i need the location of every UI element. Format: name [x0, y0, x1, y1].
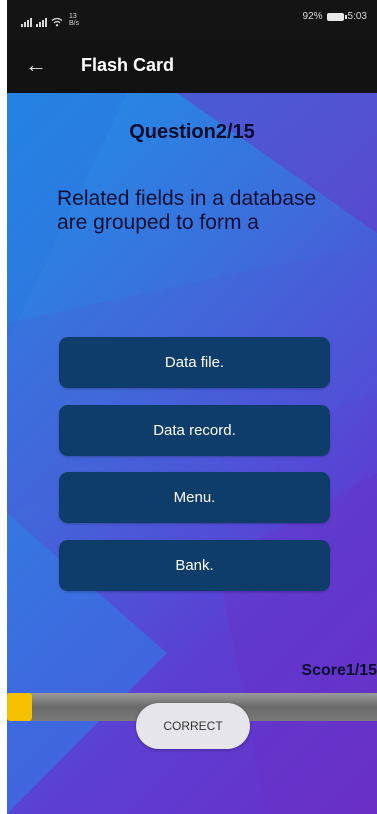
- net-speed-unit: B/s: [69, 20, 80, 27]
- answer-option[interactable]: Data record.: [59, 405, 330, 456]
- net-speed: 13 B/s: [69, 13, 79, 27]
- quiz-content: Question2/15 Related fields in a databas…: [7, 93, 377, 814]
- answer-option[interactable]: Menu.: [59, 472, 330, 523]
- back-arrow-icon[interactable]: ←: [25, 54, 47, 76]
- status-bar: 13 B/s 92% 5:03: [7, 0, 377, 40]
- toast-message: CORRECT: [136, 703, 250, 749]
- signal-icon-2: [36, 18, 47, 27]
- signal-icon: [21, 18, 32, 27]
- app-title: Flash Card: [81, 55, 175, 75]
- wifi-icon: [51, 17, 63, 27]
- net-speed-value: 13: [69, 13, 77, 20]
- answer-option[interactable]: Bank.: [59, 540, 330, 591]
- score-label: Score1/15: [301, 662, 377, 679]
- status-left: 13 B/s: [21, 13, 79, 27]
- app-bar: ← Flash Card: [7, 40, 377, 93]
- battery-percent: 92%: [302, 11, 323, 22]
- clock: 5:03: [347, 11, 367, 22]
- phone-screen: 13 B/s 92% 5:03 ← Flash Card Question2/1…: [7, 0, 377, 814]
- status-right: 92% 5:03: [303, 11, 367, 22]
- question-counter: Question2/15: [129, 121, 255, 143]
- battery-icon: [326, 12, 347, 21]
- question-text: Related fields in a database are grouped…: [57, 187, 317, 234]
- progress-fill: [7, 693, 32, 721]
- answer-option[interactable]: Data file.: [59, 337, 330, 388]
